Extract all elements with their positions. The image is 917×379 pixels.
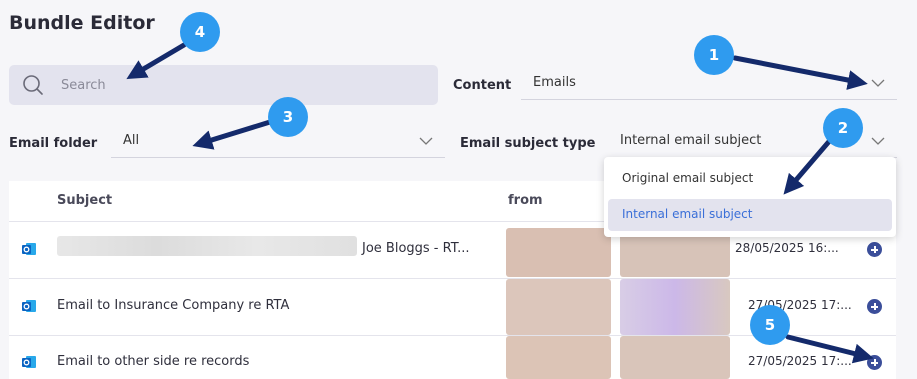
annotation-badge-4: 4 <box>180 12 220 52</box>
annotation-badge-2: 2 <box>823 108 863 148</box>
annotation-badge-5: 5 <box>750 305 790 345</box>
annotation-arrow <box>126 42 187 80</box>
annotation-badge-3: 3 <box>268 97 308 137</box>
annotation-arrow <box>783 135 835 195</box>
annotation-arrow <box>785 334 874 364</box>
annotation-arrow <box>192 119 273 150</box>
annotation-arrow <box>732 55 868 90</box>
annotation-badge-1: 1 <box>694 35 734 75</box>
